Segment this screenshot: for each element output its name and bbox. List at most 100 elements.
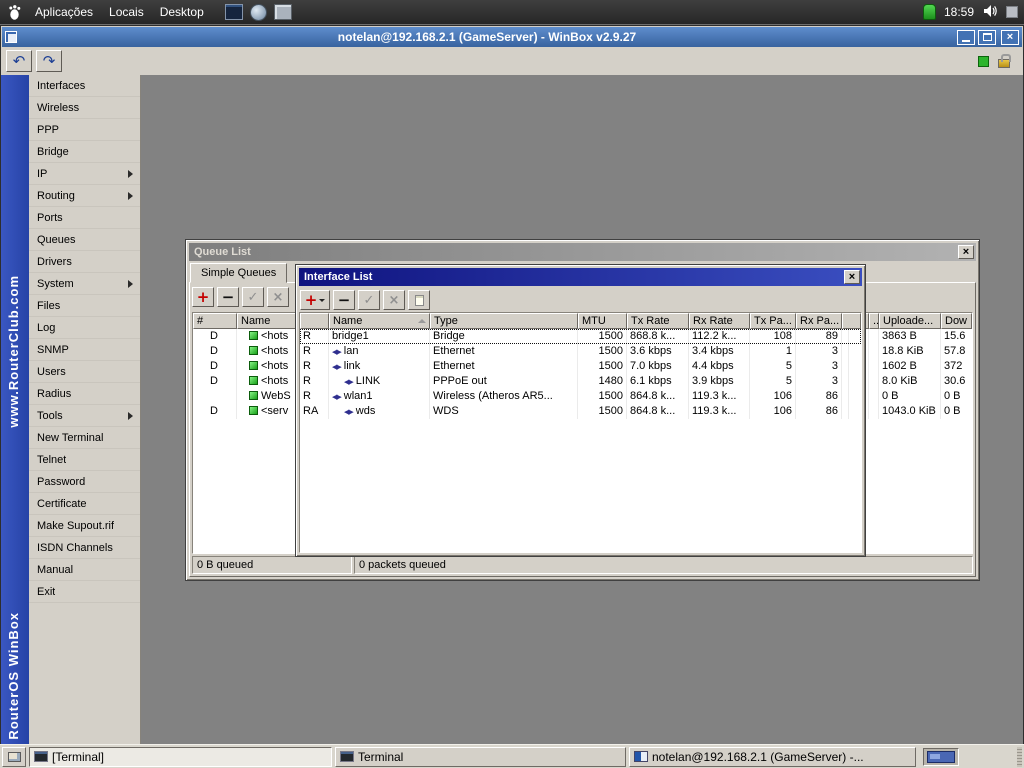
menu-item-ports[interactable]: Ports xyxy=(29,207,140,229)
menu-item-telnet[interactable]: Telnet xyxy=(29,449,140,471)
menu-item-bridge[interactable]: Bridge xyxy=(29,141,140,163)
disable-button[interactable]: × xyxy=(267,287,289,307)
gnome-foot-icon[interactable] xyxy=(6,3,24,21)
interface-row[interactable]: R ◀▶ LINK PPPoE out 1480 6.1 kbps 3.9 kbps 5 3 xyxy=(300,374,861,389)
brand-strip: www.RouterClub.com RouterOS WinBox xyxy=(1,75,29,744)
queue-list-titlebar[interactable]: Queue List × xyxy=(189,243,976,261)
taskbar-window-button-1[interactable]: Terminal xyxy=(335,746,626,767)
enable-button[interactable]: ✓ xyxy=(358,290,380,310)
interface-name: link xyxy=(343,360,361,372)
menu-item-isdn-channels[interactable]: ISDN Channels xyxy=(29,537,140,559)
panel-menu-desktop[interactable]: Desktop xyxy=(153,2,211,22)
interface-row[interactable]: R ◀▶ wlan1 Wireless (Atheros AR5... 1500 864.… xyxy=(300,389,861,404)
cell-value: PPPoE out xyxy=(433,375,487,387)
menu-item-make-supout-rif[interactable]: Make Supout.rif xyxy=(29,515,140,537)
volume-icon[interactable] xyxy=(982,3,998,22)
menu-item-drivers[interactable]: Drivers xyxy=(29,251,140,273)
panel-clock[interactable]: 18:59 xyxy=(944,5,974,19)
undo-button[interactable]: ↶ xyxy=(6,50,32,72)
taskbar-button-label: notelan@192.168.2.1 (GameServer) -... xyxy=(652,749,864,764)
menu-item-files[interactable]: Files xyxy=(29,295,140,317)
menu-item-manual[interactable]: Manual xyxy=(29,559,140,581)
remove-button[interactable]: − xyxy=(217,287,239,307)
menu-item-log[interactable]: Log xyxy=(29,317,140,339)
redo-button[interactable]: ↷ xyxy=(36,50,62,72)
web-launcher-icon[interactable] xyxy=(249,3,267,21)
interface-name: bridge1 xyxy=(332,330,369,342)
column-header-rx-rate[interactable]: Rx Rate xyxy=(689,313,750,329)
menu-item-ip[interactable]: IP xyxy=(29,163,140,185)
menu-item-certificate[interactable]: Certificate xyxy=(29,493,140,515)
menu-item-wireless[interactable]: Wireless xyxy=(29,97,140,119)
column-header-label: Name xyxy=(333,315,363,327)
interface-list-titlebar[interactable]: Interface List × xyxy=(299,268,862,286)
enable-icon: ✓ xyxy=(247,289,259,305)
menu-item-tools[interactable]: Tools xyxy=(29,405,140,427)
panel-menu-locais[interactable]: Locais xyxy=(102,2,151,22)
interface-row[interactable]: R ◀▶ link Ethernet 1500 7.0 kbps 4.4 kbps 5 3 xyxy=(300,359,861,374)
cell-value: 106 xyxy=(773,390,792,402)
add-button[interactable]: + xyxy=(192,287,214,307)
menu-item-interfaces[interactable]: Interfaces xyxy=(29,75,140,97)
network-status-icon[interactable] xyxy=(922,4,936,20)
interface-row[interactable]: R ◀▶ lan Ethernet 1500 3.6 kbps 3.4 kbps 1 3 xyxy=(300,344,861,359)
row-flags: R xyxy=(303,330,311,342)
column-header-flags[interactable]: # xyxy=(193,313,237,329)
cell-value: 7.0 kbps xyxy=(630,360,672,372)
menu-item-queues[interactable]: Queues xyxy=(29,229,140,251)
interface-row-flags: RA xyxy=(300,404,329,419)
column-header-rx-pa[interactable]: Rx Pa... xyxy=(796,313,842,329)
disable-icon: × xyxy=(388,292,400,308)
menu-item-system[interactable]: System xyxy=(29,273,140,295)
taskbar-window-button-0[interactable]: [Terminal] xyxy=(29,746,332,767)
menu-item-new-terminal[interactable]: New Terminal xyxy=(29,427,140,449)
menu-item-users[interactable]: Users xyxy=(29,361,140,383)
column-header-tx-rate[interactable]: Tx Rate xyxy=(627,313,689,329)
menu-item-ppp[interactable]: PPP xyxy=(29,119,140,141)
column-header-upload[interactable]: Uploade... xyxy=(879,313,941,329)
tray-item-icon[interactable] xyxy=(1006,6,1018,18)
tab-simple-queues[interactable]: Simple Queues xyxy=(190,263,288,283)
menu-item-password[interactable]: Password xyxy=(29,471,140,493)
menu-item-routing[interactable]: Routing xyxy=(29,185,140,207)
maximize-button[interactable] xyxy=(978,29,996,45)
show-desktop-button[interactable] xyxy=(2,746,26,767)
add-dropdown-button[interactable]: + xyxy=(300,290,330,310)
column-header-name[interactable]: Name xyxy=(329,313,430,329)
menu-item-exit[interactable]: Exit xyxy=(29,581,140,603)
minimize-button[interactable] xyxy=(957,29,975,45)
submenu-arrow-icon xyxy=(128,191,133,200)
column-header-download[interactable]: Dow xyxy=(941,313,972,329)
interface-icon: ◀▶ xyxy=(332,363,342,371)
queue-row-download: 30.6 xyxy=(941,374,972,389)
disable-icon: × xyxy=(272,289,284,305)
queue-list-close-button[interactable]: × xyxy=(958,245,974,259)
terminal-launcher-icon[interactable] xyxy=(224,4,243,20)
menu-item-snmp[interactable]: SNMP xyxy=(29,339,140,361)
remove-button[interactable]: − xyxy=(333,290,355,310)
comment-button[interactable] xyxy=(408,290,430,310)
download-value: 0 B xyxy=(944,405,961,417)
panel-menu-aplica-es[interactable]: Aplicações xyxy=(28,2,100,22)
column-header-type[interactable]: Type xyxy=(430,313,578,329)
interface-table: Name Type MTU Tx Rate Rx Rate Tx Pa... Rx Pa..… xyxy=(299,312,862,553)
cell-value: 108 xyxy=(773,330,792,342)
column-header-gap[interactable]: .. xyxy=(869,313,879,329)
cell-value: 5 xyxy=(785,360,792,372)
enable-button[interactable]: ✓ xyxy=(242,287,264,307)
taskbar-window-button-2[interactable]: notelan@192.168.2.1 (GameServer) -... xyxy=(629,746,916,767)
interface-row[interactable]: RA ◀▶ wds WDS 1500 864.8 k... 119.3 k... 106 86 xyxy=(300,404,861,419)
column-header-tx-pa[interactable]: Tx Pa... xyxy=(750,313,796,329)
column-header-mtu[interactable]: MTU xyxy=(578,313,627,329)
disable-button[interactable]: × xyxy=(383,290,405,310)
menu-item-radius[interactable]: Radius xyxy=(29,383,140,405)
interface-row[interactable]: Rbridge1 Bridge 1500 868.8 k... 112.2 k... 10… xyxy=(300,329,861,344)
winbox-titlebar[interactable]: notelan@192.168.2.1 (GameServer) - WinBo… xyxy=(2,27,1022,47)
column-header-flags[interactable] xyxy=(300,313,329,329)
panel-drag-handle[interactable] xyxy=(1017,746,1022,767)
workspace-switcher[interactable] xyxy=(923,747,959,766)
screenshot-launcher-icon[interactable] xyxy=(273,4,292,20)
interface-icon: ◀▶ xyxy=(332,393,342,401)
interface-list-close-button[interactable]: × xyxy=(844,270,860,284)
close-button[interactable]: × xyxy=(1001,29,1019,45)
